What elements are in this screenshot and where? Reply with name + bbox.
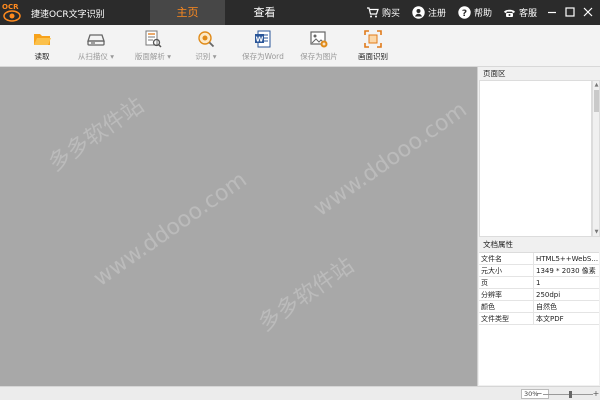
svg-text:W: W (256, 35, 264, 43)
scanner-icon (87, 34, 105, 46)
title-bar: OCR 捷速OCR文字识别 主页 查看 购买 注册 ? 帮助 客服 (0, 0, 600, 25)
property-value: 1 (536, 279, 541, 287)
ribbon-toolbar: 读取 从扫描仪 ▾ 版面解析 ▾ 识别 ▾ W 保存为Word 保存为图片 画面… (0, 25, 600, 67)
property-value: 1349 * 2030 像素 (536, 267, 596, 275)
property-value: 本文PDF (536, 315, 564, 323)
properties-blank-area (479, 325, 599, 385)
status-bar: 30% − + (0, 386, 600, 400)
maximize-icon (565, 7, 575, 17)
zoom-slider[interactable] (543, 394, 593, 395)
property-key: 文件类型 (479, 313, 534, 324)
watermark-text: 多多软件站 (254, 253, 359, 337)
recognize-label: 识别 ▾ (195, 52, 217, 61)
close-icon (583, 7, 593, 17)
right-panel: 页面区 ▲ ▼ 文档属性 文件名 HTML5++WebS... 元大小 1349… (477, 67, 600, 386)
property-row: 颜色 自然色 (479, 301, 599, 313)
watermark-text: 多多软件站 (44, 93, 149, 177)
tab-view[interactable]: 查看 (227, 0, 302, 25)
pages-header: 页面区 (483, 69, 506, 78)
cart-icon (367, 7, 379, 18)
property-value: 250dpi (536, 291, 561, 299)
register-button[interactable]: 注册 (412, 0, 446, 25)
property-key: 分辨率 (479, 289, 534, 300)
buy-button[interactable]: 购买 (366, 0, 400, 25)
from-scanner-button[interactable]: 从扫描仪 ▾ (66, 28, 126, 64)
properties-header: 文档属性 (483, 240, 513, 249)
pages-scrollbar[interactable]: ▲ ▼ (592, 80, 600, 237)
zoom-slider-thumb[interactable] (569, 391, 572, 398)
svg-text:?: ? (462, 9, 467, 19)
buy-label: 购买 (382, 9, 401, 19)
read-button[interactable]: 读取 (12, 28, 72, 64)
read-label: 读取 (34, 52, 50, 61)
property-key: 颜色 (479, 301, 534, 312)
save-image-icon (310, 31, 328, 48)
help-icon: ? (458, 6, 471, 19)
layout-analysis-label: 版面解析 ▾ (134, 52, 172, 61)
phone-icon (504, 9, 515, 17)
screen-capture-label: 画面识别 (358, 52, 388, 61)
maximize-button[interactable] (562, 4, 578, 20)
pages-list[interactable] (479, 80, 592, 237)
scroll-thumb[interactable] (594, 90, 599, 112)
zoom-out-button[interactable]: − (535, 389, 543, 398)
properties-table: 文件名 HTML5++WebS... 元大小 1349 * 2030 像素 页 … (479, 252, 599, 325)
scroll-up-icon[interactable]: ▲ (593, 81, 600, 89)
property-row: 分辨率 250dpi (479, 289, 599, 301)
save-as-word-label: 保存为Word (242, 52, 284, 61)
property-key: 页 (479, 277, 534, 288)
layout-analysis-icon (145, 30, 162, 48)
minimize-icon (548, 11, 556, 14)
app-logo-icon: OCR (1, 1, 23, 24)
layout-analysis-button[interactable]: 版面解析 ▾ (123, 28, 183, 64)
zoom-in-button[interactable]: + (592, 389, 600, 398)
recognize-button[interactable]: 识别 ▾ (176, 28, 236, 64)
folder-open-icon (34, 34, 51, 45)
property-value: HTML5++WebS... (536, 255, 599, 263)
app-title: 捷速OCR文字识别 (31, 10, 105, 20)
save-as-image-label: 保存为图片 (300, 52, 338, 61)
watermark-url: www.ddooo.com (309, 97, 472, 222)
property-key: 元大小 (479, 265, 534, 276)
save-as-image-button[interactable]: 保存为图片 (289, 28, 349, 64)
property-value: 自然色 (536, 303, 557, 311)
from-scanner-label: 从扫描仪 ▾ (77, 52, 115, 61)
word-icon: W (255, 30, 271, 48)
property-row: 文件名 HTML5++WebS... (479, 253, 599, 265)
help-button[interactable]: ? 帮助 (458, 0, 492, 25)
minimize-button[interactable] (544, 4, 560, 20)
property-row: 元大小 1349 * 2030 像素 (479, 265, 599, 277)
screen-capture-button[interactable]: 画面识别 (343, 28, 403, 64)
document-canvas[interactable]: 多多软件站 www.ddooo.com www.ddooo.com 多多软件站 (0, 67, 477, 386)
scroll-down-icon[interactable]: ▼ (593, 228, 600, 236)
user-icon (412, 6, 425, 19)
save-as-word-button[interactable]: W 保存为Word (233, 28, 293, 64)
recognize-icon (198, 31, 215, 48)
close-button[interactable] (580, 4, 596, 20)
property-key: 文件名 (479, 253, 534, 264)
support-label: 客服 (519, 9, 538, 19)
register-label: 注册 (428, 9, 447, 19)
watermark-url: www.ddooo.com (89, 167, 252, 292)
property-row: 页 1 (479, 277, 599, 289)
screen-capture-icon (364, 30, 382, 48)
svg-text:OCR: OCR (2, 3, 19, 11)
support-button[interactable]: 客服 (503, 0, 537, 25)
tab-home[interactable]: 主页 (150, 0, 225, 25)
property-row: 文件类型 本文PDF (479, 313, 599, 325)
help-label: 帮助 (474, 9, 493, 19)
